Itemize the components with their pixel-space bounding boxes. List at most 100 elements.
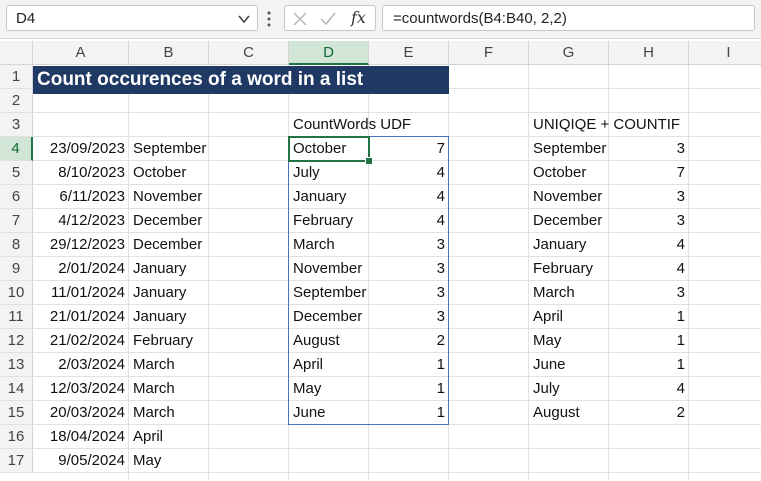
column-header-c[interactable]: C — [209, 41, 289, 65]
month-cell[interactable]: December — [129, 209, 209, 233]
udf-count-cell[interactable]: 3 — [369, 233, 449, 257]
chevron-down-icon[interactable] — [237, 13, 251, 25]
fill-handle[interactable] — [365, 157, 373, 165]
row-header-3[interactable]: 3 — [0, 113, 33, 137]
udf-count-cell[interactable]: 7 — [369, 137, 449, 161]
uc-word-cell[interactable]: April — [529, 305, 609, 329]
column-header-g[interactable]: G — [529, 41, 609, 65]
column-header-d[interactable]: D — [289, 41, 369, 65]
month-cell[interactable]: December — [129, 233, 209, 257]
insert-function-icon[interactable]: fx — [351, 8, 366, 27]
uc-word-cell[interactable]: August — [529, 401, 609, 425]
cancel-icon[interactable] — [291, 10, 309, 28]
date-cell[interactable]: 21/02/2024 — [33, 329, 129, 353]
udf-count-cell[interactable]: 3 — [369, 305, 449, 329]
udf-count-cell[interactable]: 1 — [369, 377, 449, 401]
date-cell[interactable]: 2/03/2024 — [33, 353, 129, 377]
row-header-15[interactable]: 15 — [0, 401, 33, 425]
udf-word-cell[interactable]: May — [289, 377, 369, 401]
uc-word-cell[interactable]: November — [529, 185, 609, 209]
column-header-h[interactable]: H — [609, 41, 689, 65]
month-cell[interactable]: May — [129, 449, 209, 473]
unique-countif-header[interactable]: UNIQIQE + COUNTIF — [529, 113, 689, 137]
spreadsheet-grid[interactable]: A B C D E F G H I 1 2 3 4 5 6 7 8 9 10 11 12 13 14 15 16 17 Count … — [0, 41, 761, 481]
uc-count-cell[interactable]: 1 — [609, 353, 689, 377]
date-cell[interactable]: 20/03/2024 — [33, 401, 129, 425]
udf-count-cell[interactable]: 4 — [369, 185, 449, 209]
month-cell[interactable]: March — [129, 353, 209, 377]
uc-word-cell[interactable]: July — [529, 377, 609, 401]
udf-header[interactable]: CountWords UDF — [289, 113, 449, 137]
row-header-8[interactable]: 8 — [0, 233, 33, 257]
formula-input[interactable]: =countwords(B4:B40, 2,2) — [382, 5, 755, 31]
row-header-6[interactable]: 6 — [0, 185, 33, 209]
uc-count-cell[interactable]: 1 — [609, 329, 689, 353]
column-header-a[interactable]: A — [33, 41, 129, 65]
date-cell[interactable]: 18/04/2024 — [33, 425, 129, 449]
uc-word-cell[interactable]: March — [529, 281, 609, 305]
select-all-corner[interactable] — [0, 41, 33, 65]
udf-word-cell[interactable]: April — [289, 353, 369, 377]
more-options-icon[interactable] — [267, 10, 271, 28]
uc-count-cell[interactable]: 7 — [609, 161, 689, 185]
date-cell[interactable]: 21/01/2024 — [33, 305, 129, 329]
uc-count-cell[interactable]: 3 — [609, 209, 689, 233]
date-cell[interactable]: 4/12/2023 — [33, 209, 129, 233]
uc-word-cell[interactable]: January — [529, 233, 609, 257]
month-cell[interactable]: February — [129, 329, 209, 353]
uc-word-cell[interactable]: June — [529, 353, 609, 377]
month-cell[interactable]: March — [129, 401, 209, 425]
uc-word-cell[interactable]: May — [529, 329, 609, 353]
row-header-13[interactable]: 13 — [0, 353, 33, 377]
date-cell[interactable]: 9/05/2024 — [33, 449, 129, 473]
row-header-17[interactable]: 17 — [0, 449, 33, 473]
date-cell[interactable]: 2/01/2024 — [33, 257, 129, 281]
row-header-11[interactable]: 11 — [0, 305, 33, 329]
uc-count-cell[interactable]: 1 — [609, 305, 689, 329]
month-cell[interactable]: March — [129, 377, 209, 401]
row-header-14[interactable]: 14 — [0, 377, 33, 401]
udf-word-cell[interactable]: October — [289, 137, 369, 161]
udf-word-cell[interactable]: July — [289, 161, 369, 185]
udf-count-cell[interactable]: 1 — [369, 401, 449, 425]
udf-count-cell[interactable]: 4 — [369, 161, 449, 185]
month-cell[interactable]: September — [129, 137, 209, 161]
uc-count-cell[interactable]: 3 — [609, 281, 689, 305]
month-cell[interactable]: January — [129, 305, 209, 329]
udf-count-cell[interactable]: 1 — [369, 353, 449, 377]
uc-count-cell[interactable]: 4 — [609, 377, 689, 401]
udf-count-cell[interactable]: 2 — [369, 329, 449, 353]
udf-word-cell[interactable]: November — [289, 257, 369, 281]
udf-word-cell[interactable]: December — [289, 305, 369, 329]
udf-word-cell[interactable]: January — [289, 185, 369, 209]
date-cell[interactable]: 6/11/2023 — [33, 185, 129, 209]
column-header-f[interactable]: F — [449, 41, 529, 65]
date-cell[interactable]: 23/09/2023 — [33, 137, 129, 161]
column-header-i[interactable]: I — [689, 41, 761, 65]
uc-word-cell[interactable]: October — [529, 161, 609, 185]
uc-word-cell[interactable]: February — [529, 257, 609, 281]
column-header-b[interactable]: B — [129, 41, 209, 65]
month-cell[interactable]: October — [129, 161, 209, 185]
udf-count-cell[interactable]: 3 — [369, 281, 449, 305]
uc-count-cell[interactable]: 4 — [609, 257, 689, 281]
name-box[interactable]: D4 — [6, 5, 258, 31]
udf-word-cell[interactable]: June — [289, 401, 369, 425]
date-cell[interactable]: 8/10/2023 — [33, 161, 129, 185]
date-cell[interactable]: 29/12/2023 — [33, 233, 129, 257]
row-header-16[interactable]: 16 — [0, 425, 33, 449]
uc-count-cell[interactable]: 3 — [609, 185, 689, 209]
row-header-1[interactable]: 1 — [0, 65, 33, 89]
date-cell[interactable]: 11/01/2024 — [33, 281, 129, 305]
udf-word-cell[interactable]: March — [289, 233, 369, 257]
row-header-5[interactable]: 5 — [0, 161, 33, 185]
month-cell[interactable]: January — [129, 281, 209, 305]
row-header-12[interactable]: 12 — [0, 329, 33, 353]
month-cell[interactable]: November — [129, 185, 209, 209]
date-cell[interactable]: 12/03/2024 — [33, 377, 129, 401]
row-header-2[interactable]: 2 — [0, 89, 33, 113]
enter-check-icon[interactable] — [319, 10, 337, 28]
month-cell[interactable]: January — [129, 257, 209, 281]
row-header-10[interactable]: 10 — [0, 281, 33, 305]
row-header-9[interactable]: 9 — [0, 257, 33, 281]
